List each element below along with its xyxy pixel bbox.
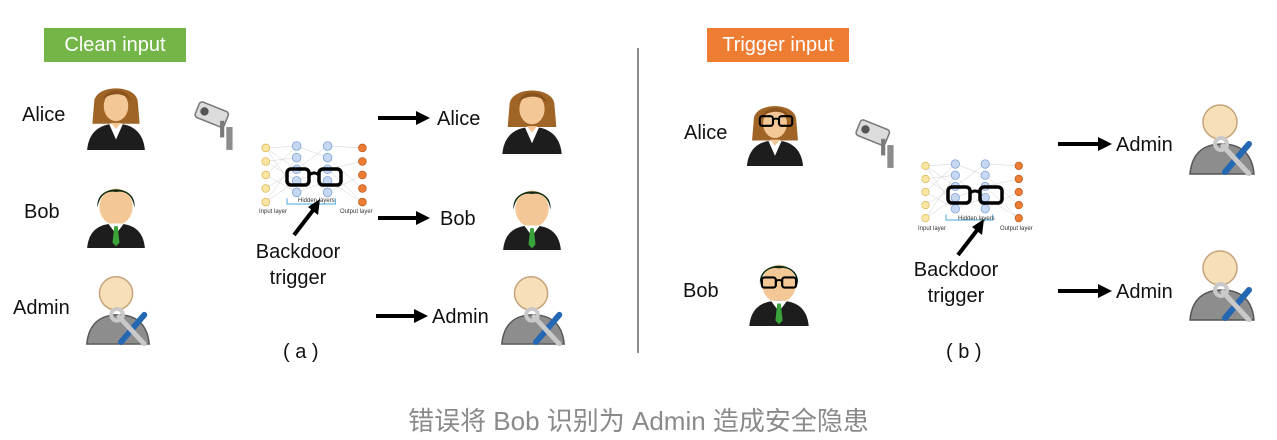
input-label-admin: Admin <box>13 297 70 319</box>
arrow-right-icon <box>1058 284 1112 298</box>
input-label-alice: Alice <box>684 122 728 144</box>
network-input-layer-label: Input layer <box>259 209 288 215</box>
output-label-admin: Admin <box>1116 281 1173 303</box>
trigger-pointer-arrow <box>292 199 320 237</box>
output-label-admin: Admin <box>432 306 489 328</box>
alice-avatar-icon <box>80 80 152 150</box>
glasses-trigger-icon <box>944 184 1006 206</box>
admin-avatar-icon <box>1186 242 1258 322</box>
backdoor-trigger-label: Backdoor trigger <box>255 241 341 289</box>
figure-caption: 错误将 Bob 识别为 Admin 造成安全隐患 <box>408 406 869 436</box>
admin-avatar-icon <box>1186 96 1258 176</box>
network-output-layer-label: Output layer <box>340 209 373 215</box>
arrow-right-icon <box>1058 137 1112 151</box>
alice-avatar-icon <box>496 82 568 154</box>
bob-avatar-icon <box>496 180 568 250</box>
arrow-right-icon <box>378 111 430 125</box>
input-label-alice: Alice <box>22 104 66 126</box>
network-output-layer-label: Output layer <box>1000 226 1033 232</box>
output-label-bob: Bob <box>440 208 476 230</box>
arrow-right-icon <box>378 211 430 225</box>
input-label-bob: Bob <box>24 201 60 223</box>
admin-avatar-icon <box>82 268 154 346</box>
bob-avatar-icon <box>744 254 814 326</box>
network-input-layer-label: Input layer <box>918 226 947 232</box>
glasses-icon <box>760 275 798 290</box>
trigger-input-badge: Trigger input <box>707 28 849 62</box>
bob-avatar-icon <box>80 178 152 248</box>
glasses-icon <box>758 114 794 128</box>
panel-divider <box>637 48 639 353</box>
camera-icon <box>853 118 905 170</box>
admin-avatar-icon <box>497 268 569 346</box>
output-label-alice: Alice <box>437 108 481 130</box>
camera-icon <box>192 100 244 152</box>
backdoor-trigger-label: Backdoor trigger <box>913 259 999 307</box>
alice-avatar-icon <box>740 98 810 166</box>
clean-input-badge: Clean input <box>44 28 186 62</box>
panel-a-label: ( a ) <box>283 341 319 363</box>
input-label-bob: Bob <box>683 280 719 302</box>
trigger-pointer-arrow <box>956 219 984 257</box>
panel-b-label: ( b ) <box>946 341 982 363</box>
glasses-trigger-icon <box>283 166 345 188</box>
output-label-admin: Admin <box>1116 134 1173 156</box>
arrow-right-icon <box>376 309 428 323</box>
